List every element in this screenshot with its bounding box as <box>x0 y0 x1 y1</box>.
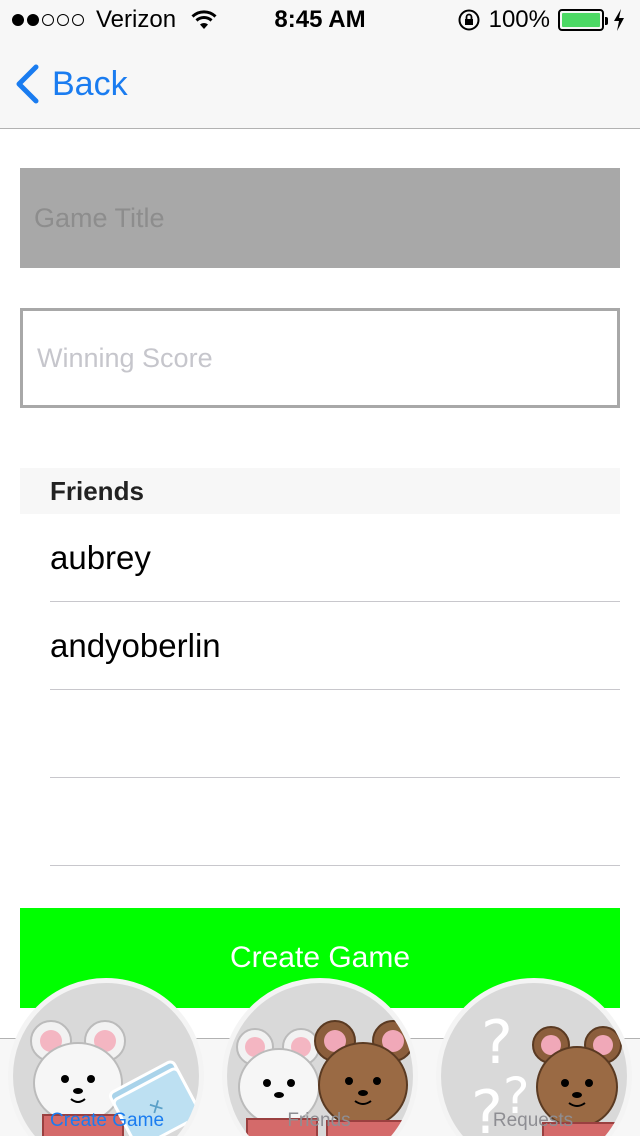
winning-score-input[interactable] <box>37 311 617 405</box>
battery-percent: 100% <box>488 6 550 33</box>
tab-label-requests[interactable]: Requests <box>426 1110 640 1132</box>
status-right: 100% <box>457 6 626 34</box>
chevron-left-icon <box>16 64 39 104</box>
friend-row[interactable]: andyoberlin <box>20 602 620 690</box>
winning-score-field[interactable] <box>20 308 620 408</box>
friend-name: andyoberlin <box>50 627 221 664</box>
game-title-field[interactable] <box>20 168 620 268</box>
back-label: Back <box>52 64 128 103</box>
status-bar: Verizon 8:45 AM 100% <box>0 0 640 40</box>
game-title-input[interactable] <box>34 168 620 268</box>
back-button[interactable]: Back <box>14 62 128 106</box>
tab-label-friends[interactable]: Friends <box>212 1110 426 1132</box>
friend-row[interactable] <box>20 778 620 866</box>
tab-label-create-game[interactable]: Create Game <box>0 1110 214 1132</box>
friend-row[interactable] <box>20 690 620 778</box>
friends-section-header: Friends <box>20 468 620 514</box>
battery-icon <box>558 9 608 31</box>
navigation-bar: Back <box>0 40 640 129</box>
row-separator <box>50 865 620 866</box>
friend-name: aubrey <box>50 539 151 576</box>
rotation-lock-icon <box>458 9 480 31</box>
charging-bolt-icon <box>614 9 624 31</box>
friend-row[interactable]: aubrey <box>20 514 620 602</box>
